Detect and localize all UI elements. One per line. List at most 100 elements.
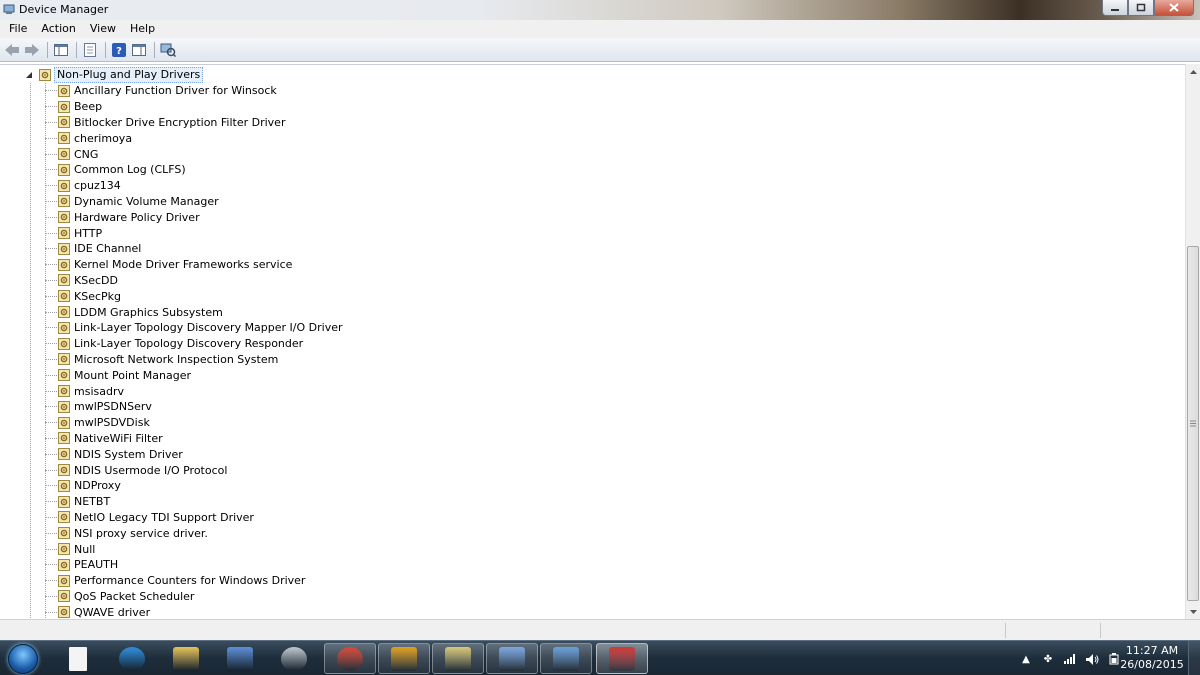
tree-item[interactable]: mwlPSDNServ [45,399,343,415]
taskbar-button-explorer-window[interactable] [432,643,484,674]
tree-item[interactable]: NDIS System Driver [45,446,343,462]
tree-item[interactable]: Kernel Mode Driver Frameworks service [45,257,343,273]
driver-icon [58,100,70,113]
tree-item[interactable]: Link-Layer Topology Discovery Mapper I/O… [45,320,343,336]
taskbar-button-toolbox[interactable] [596,643,648,674]
scan-hardware-button[interactable] [159,41,177,59]
tree-item[interactable]: LDDM Graphics Subsystem [45,304,343,320]
tree-item[interactable]: Null [45,541,343,557]
taskbar-clock[interactable]: 11:27 AM 26/08/2015 [1120,644,1184,672]
taskbar-button-media-player[interactable] [268,643,320,674]
tree-item[interactable]: PEAUTH [45,557,343,573]
volume-icon[interactable] [1085,652,1099,666]
tree-item-label: NetIO Legacy TDI Support Driver [74,510,254,524]
tree-item[interactable]: Hardware Policy Driver [45,209,343,225]
tree-item-label: KSecDD [74,273,118,287]
tree-item-label: Dynamic Volume Manager [74,194,219,208]
tree-item[interactable]: NSI proxy service driver. [45,525,343,541]
tree-item[interactable]: msisadrv [45,383,343,399]
tree-item[interactable]: NativeWiFi Filter [45,431,343,447]
tree-item[interactable]: cherimoya [45,130,343,146]
tree-item[interactable]: HTTP [45,225,343,241]
tree-item[interactable]: Link-Layer Topology Discovery Responder [45,336,343,352]
tree-item[interactable]: NDIS Usermode I/O Protocol [45,462,343,478]
signal-strength-icon[interactable] [1063,652,1077,666]
tree-item[interactable]: QoS Packet Scheduler [45,589,343,605]
show-hide-tree-button[interactable] [52,41,70,59]
tree-item[interactable]: cpuz134 [45,178,343,194]
maximize-button[interactable] [1128,0,1154,16]
tree-connector [45,374,57,376]
tree-item[interactable]: Bitlocker Drive Encryption Filter Driver [45,115,343,131]
tree-item[interactable]: Beep [45,99,343,115]
taskbar-button-paint[interactable] [486,643,538,674]
maximize-icon [1136,3,1146,12]
tree-item[interactable]: NDProxy [45,478,343,494]
forward-arrow-icon [25,43,39,56]
tree-item[interactable]: IDE Channel [45,241,343,257]
tree-node-non-plug-and-play-drivers[interactable]: Non-Plug and Play Drivers [24,67,204,83]
driver-icon [58,306,70,319]
tree-item[interactable]: Ancillary Function Driver for Winsock [45,83,343,99]
driver-icon [58,84,70,97]
driver-icon [58,543,70,555]
show-hidden-icons-button[interactable]: ▲ [1019,652,1033,666]
properties-button[interactable] [81,41,99,59]
taskbar-button-control-panel[interactable] [540,643,592,674]
taskbar-button-paint-tools[interactable] [214,643,266,674]
back-button[interactable] [3,41,21,59]
action-pane-button[interactable] [130,41,148,59]
tree-item[interactable]: QWAVE driver [45,604,343,619]
tree-item[interactable]: Common Log (CLFS) [45,162,343,178]
start-button[interactable] [3,642,43,675]
taskbar-button-media-app[interactable] [378,643,430,674]
tree-item[interactable]: Performance Counters for Windows Driver [45,573,343,589]
taskbar-button-blank-document[interactable] [52,643,104,674]
taskbar-button-internet-explorer[interactable] [106,643,158,674]
minimize-button[interactable] [1102,0,1128,16]
tree-item[interactable]: Microsoft Network Inspection System [45,352,343,368]
tree-item-label: Beep [74,100,103,114]
taskbar-button-chrome[interactable] [324,643,376,674]
tree-item[interactable]: KSecDD [45,273,343,289]
help-button[interactable]: ? [110,41,128,59]
collapse-toggle[interactable] [24,71,33,80]
scroll-up-button[interactable] [1186,64,1200,79]
driver-icon [58,606,70,619]
tree-connector [45,264,57,266]
tree-item-label: HTTP [74,226,103,240]
menu-action[interactable]: Action [34,20,82,38]
battery-power-icon[interactable] [1107,652,1121,666]
vertical-scrollbar[interactable] [1185,64,1200,619]
menu-file[interactable]: File [2,20,34,38]
tree-item[interactable]: CNG [45,146,343,162]
tree-item[interactable]: mwlPSDVDisk [45,415,343,431]
network-shield-icon[interactable]: ✤ [1041,652,1055,666]
show-desktop-button[interactable] [1188,641,1200,675]
tree-root-label: Non-Plug and Play Drivers [54,67,204,83]
toolbar-separator [105,41,106,58]
taskbar-button-file-explorer[interactable] [160,643,212,674]
tree-item[interactable]: Mount Point Manager [45,367,343,383]
driver-icon [58,337,70,350]
tree-item[interactable]: Dynamic Volume Manager [45,194,343,210]
tree-item-label: Ancillary Function Driver for Winsock [74,84,277,98]
scroll-thumb[interactable] [1187,246,1199,601]
tree-item-label: PEAUTH [74,558,119,572]
close-button[interactable] [1154,0,1194,16]
driver-icon [58,258,70,271]
scroll-down-button[interactable] [1186,604,1200,619]
close-icon [1169,3,1179,12]
forward-button[interactable] [23,41,41,59]
device-tree[interactable]: Non-Plug and Play Drivers Ancillary Func… [0,64,1185,619]
menu-help[interactable]: Help [123,20,162,38]
tree-item[interactable]: NETBT [45,494,343,510]
tree-item[interactable]: NetIO Legacy TDI Support Driver [45,510,343,526]
menu-view[interactable]: View [83,20,123,38]
clock-date: 26/08/2015 [1120,658,1184,671]
status-separator [1005,623,1006,638]
tree-item[interactable]: KSecPkg [45,288,343,304]
svg-text:?: ? [116,46,122,57]
driver-icon [58,290,70,303]
title-bar[interactable]: Device Manager [0,0,1200,20]
